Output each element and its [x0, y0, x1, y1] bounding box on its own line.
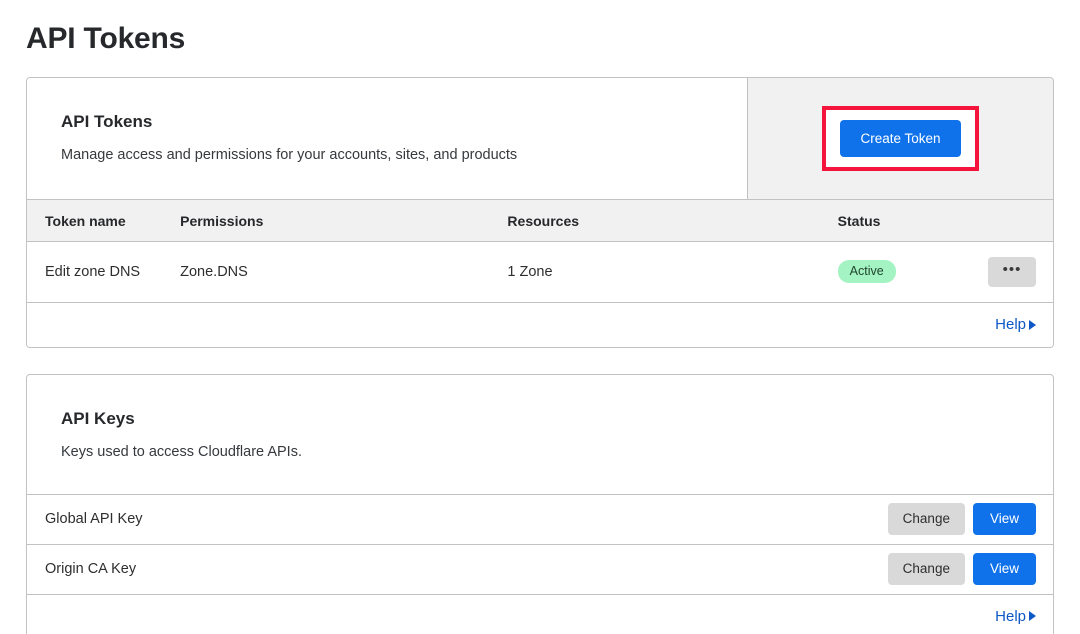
change-global-api-key-button[interactable]: Change [887, 503, 965, 535]
column-header-token-name: Token name [27, 198, 181, 242]
api-tokens-card-header: API Tokens Manage access and permissions… [27, 78, 1053, 199]
help-link-keys[interactable]: Help [995, 608, 1036, 625]
cell-resources: 1 Zone [507, 241, 838, 303]
api-key-label-global: Global API Key [45, 511, 143, 528]
status-badge: Active [837, 260, 896, 284]
help-link-keys-label: Help [995, 607, 1026, 625]
help-link-tokens[interactable]: Help [995, 316, 1036, 333]
api-tokens-header-text: API Tokens Manage access and permissions… [27, 78, 747, 199]
api-key-actions-global: Change View [887, 503, 1036, 535]
view-origin-ca-key-button[interactable]: View [972, 553, 1036, 585]
api-tokens-card-title: API Tokens [61, 112, 153, 131]
create-token-highlight-annotation: Create Token [822, 105, 979, 172]
api-tokens-table: Token name Permissions Resources Status … [27, 198, 1053, 303]
page-title: API Tokens [26, 22, 186, 55]
caret-right-icon [1029, 611, 1036, 622]
api-tokens-card-subtitle: Manage access and permissions for your a… [61, 147, 518, 163]
api-key-actions-origin-ca: Change View [887, 553, 1036, 585]
cell-permissions: Zone.DNS [180, 241, 508, 303]
column-header-resources: Resources [507, 198, 838, 242]
help-link-tokens-label: Help [995, 316, 1026, 334]
cell-token-name: Edit zone DNS [27, 241, 181, 303]
page-container: API Tokens API Tokens Manage access and … [0, 0, 1080, 634]
caret-right-icon [1029, 319, 1036, 330]
api-keys-card-subtitle: Keys used to access Cloudflare APIs. [61, 443, 302, 460]
api-key-row-global: Global API Key Change View [27, 493, 1053, 544]
api-key-label-origin-ca: Origin CA Key [45, 561, 137, 578]
api-tokens-table-header: Token name Permissions Resources Status [27, 198, 1053, 242]
api-keys-card: API Keys Keys used to access Cloudflare … [26, 373, 1054, 634]
api-key-row-origin-ca: Origin CA Key Change View [27, 543, 1053, 594]
column-header-status: Status [837, 198, 947, 242]
api-keys-card-title: API Keys [61, 408, 135, 428]
api-keys-help-row: Help [27, 593, 1053, 634]
change-origin-ca-key-button[interactable]: Change [887, 553, 965, 585]
cell-actions: ••• [946, 241, 1053, 303]
api-tokens-table-body: Edit zone DNS Zone.DNS 1 Zone Active ••• [27, 241, 1053, 303]
create-token-panel: Create Token [747, 78, 1053, 199]
api-tokens-help-row: Help [27, 302, 1053, 347]
create-token-button[interactable]: Create Token [840, 119, 961, 158]
row-actions-menu-icon[interactable]: ••• [988, 256, 1036, 287]
column-header-permissions: Permissions [180, 198, 508, 242]
table-header-row: Token name Permissions Resources Status [27, 198, 1053, 242]
api-tokens-card: API Tokens Manage access and permissions… [26, 77, 1054, 348]
column-header-actions [946, 198, 1053, 242]
cell-status: Active [837, 241, 947, 303]
api-keys-card-header: API Keys Keys used to access Cloudflare … [27, 375, 1053, 494]
table-row: Edit zone DNS Zone.DNS 1 Zone Active ••• [27, 241, 1053, 303]
view-global-api-key-button[interactable]: View [972, 503, 1036, 535]
